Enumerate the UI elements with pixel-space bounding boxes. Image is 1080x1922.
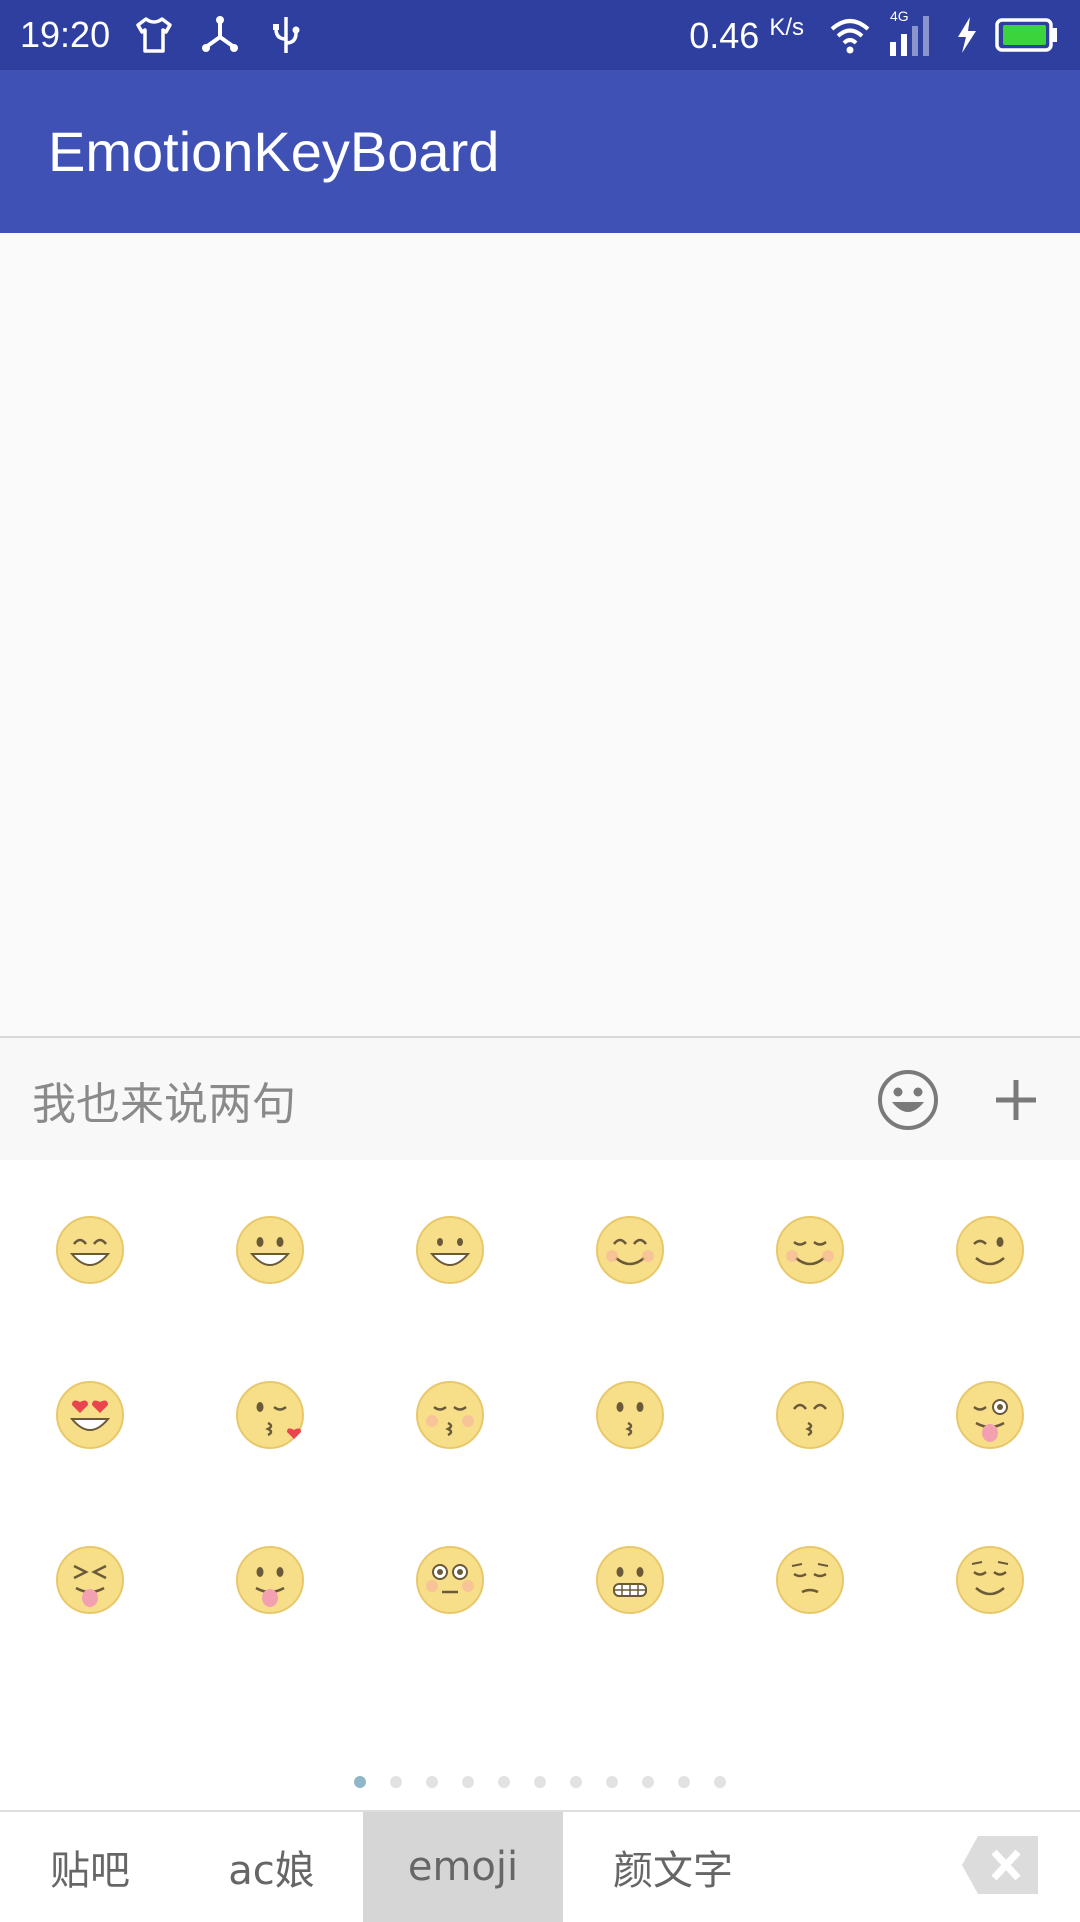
- page-dot: [390, 1776, 402, 1788]
- relieved-emoji-icon: [956, 1546, 1024, 1614]
- page-dot: [714, 1776, 726, 1788]
- input-bar: 我也来说两句: [0, 1036, 1080, 1162]
- page-dot: [678, 1776, 690, 1788]
- tab-label: 贴吧: [50, 1848, 130, 1894]
- stuck-out-tongue-emoji-icon: [236, 1546, 304, 1614]
- pensive-emoji-icon: [776, 1546, 844, 1614]
- tab-tieba[interactable]: 贴吧: [0, 1812, 180, 1922]
- page-dot: [642, 1776, 654, 1788]
- page-dot: [606, 1776, 618, 1788]
- message-input[interactable]: 我也来说两句: [32, 1068, 868, 1132]
- kissing-closed-eyes-emoji-icon: [416, 1381, 484, 1449]
- plus-icon: [996, 1080, 1036, 1120]
- emotion-tabs: 贴吧 ac娘 emoji 颜文字: [0, 1810, 1080, 1922]
- wink-emoji-icon: [956, 1216, 1024, 1284]
- tab-label: emoji: [407, 1844, 519, 1890]
- page-dot: [570, 1776, 582, 1788]
- kissing-emoji-icon: [596, 1381, 664, 1449]
- emoji-stuck-out-tongue[interactable]: [180, 1480, 360, 1680]
- grinning-emoji-icon: [416, 1216, 484, 1284]
- status-bar: 19:20 0.46 K/s 4G: [0, 0, 1080, 70]
- heart-eyes-emoji-icon: [56, 1381, 124, 1449]
- emoji-panel: [0, 1160, 1080, 1810]
- emoji-face-icon: [878, 1070, 938, 1130]
- grin-emoji-icon: [56, 1216, 124, 1284]
- page-dot: [498, 1776, 510, 1788]
- page-dot: [354, 1776, 366, 1788]
- emoji-relieved[interactable]: [900, 1480, 1080, 1680]
- message-list-area[interactable]: [0, 233, 1080, 1036]
- emoji-pensive[interactable]: [720, 1480, 900, 1680]
- wifi-icon: [830, 19, 870, 54]
- tab-emoji[interactable]: emoji: [363, 1812, 563, 1922]
- emoji-stuck-out-tongue-closed-eyes[interactable]: [0, 1480, 180, 1680]
- app-bar: EmotionKeyBoard: [0, 70, 1080, 233]
- smiley-emoji-icon: [236, 1216, 304, 1284]
- grimacing-emoji-icon: [596, 1546, 664, 1614]
- network-speed: 0.46 K/s: [689, 13, 804, 56]
- page-dot: [534, 1776, 546, 1788]
- relaxed-emoji-icon: [776, 1216, 844, 1284]
- tab-acniang[interactable]: ac娘: [180, 1812, 363, 1922]
- tab-label: 颜文字: [613, 1848, 733, 1894]
- signal-icon: 4G: [888, 8, 938, 58]
- page-dot: [426, 1776, 438, 1788]
- page-indicator: [0, 1776, 1080, 1788]
- tab-kaomoji[interactable]: 颜文字: [563, 1812, 783, 1922]
- kissing-smiling-eyes-emoji-icon: [776, 1381, 844, 1449]
- backspace-icon[interactable]: [960, 1834, 1040, 1896]
- usb-icon: [273, 17, 300, 53]
- emoji-toggle-button[interactable]: [868, 1060, 948, 1140]
- share-icon: [202, 16, 239, 52]
- emoji-grimacing[interactable]: [540, 1480, 720, 1680]
- tab-label: ac娘: [228, 1848, 315, 1894]
- emoji-flushed[interactable]: [360, 1480, 540, 1680]
- page-dot: [462, 1776, 474, 1788]
- battery-icon: [995, 18, 1057, 52]
- stuck-out-tongue-winking-eye-emoji-icon: [956, 1381, 1024, 1449]
- status-time: 19:20: [20, 14, 111, 55]
- stuck-out-tongue-closed-eyes-emoji-icon: [56, 1546, 124, 1614]
- flushed-emoji-icon: [416, 1546, 484, 1614]
- more-button[interactable]: [976, 1060, 1056, 1140]
- app-title: EmotionKeyBoard: [48, 120, 500, 183]
- shirt-icon: [136, 17, 172, 53]
- charging-icon: [958, 17, 976, 53]
- kissing-heart-emoji-icon: [236, 1381, 304, 1449]
- blush-emoji-icon: [596, 1216, 664, 1284]
